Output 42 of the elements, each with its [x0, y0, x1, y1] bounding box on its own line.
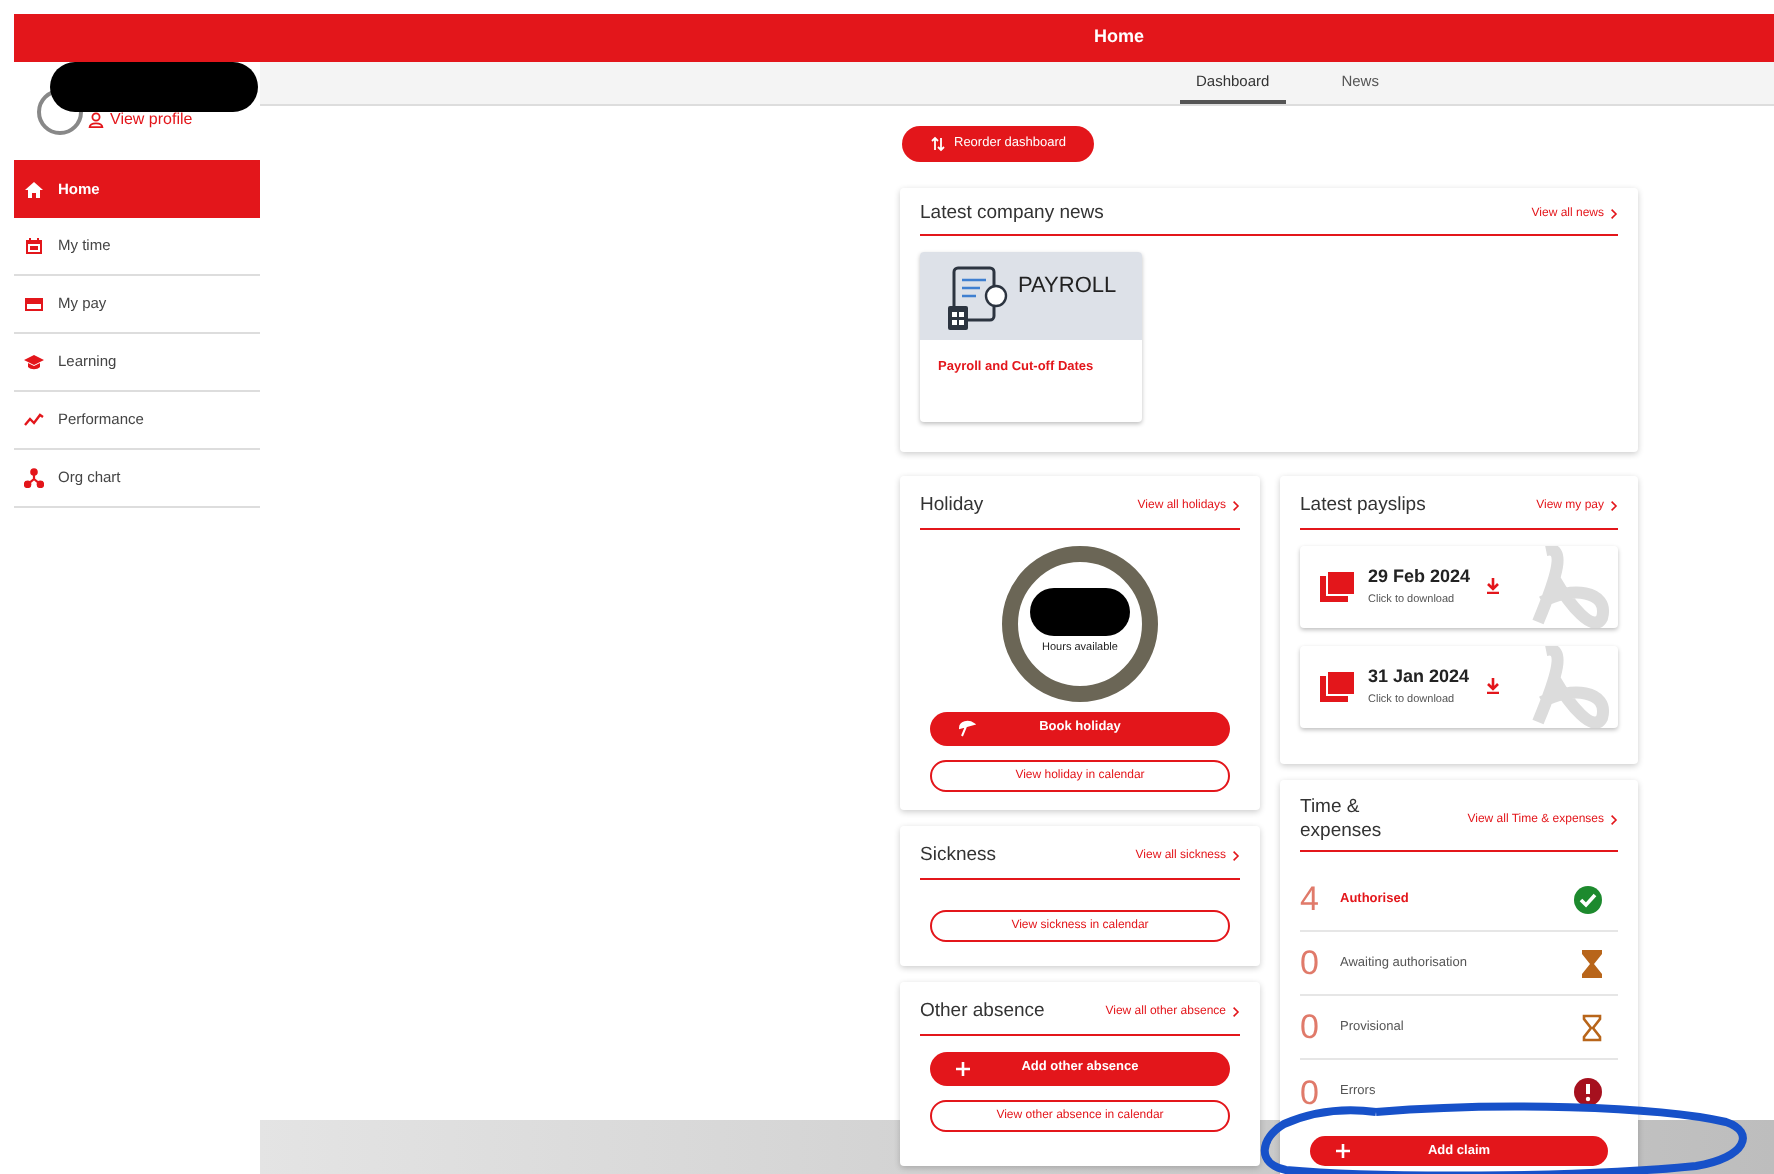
claim-count: 0	[1300, 1071, 1321, 1115]
calendar-icon	[24, 236, 44, 256]
chevron-icon	[1232, 1006, 1240, 1019]
chevron-icon	[1232, 850, 1240, 863]
card-title: Latest company news	[920, 200, 1104, 228]
card-title: Holiday	[920, 492, 984, 521]
alert-icon	[1574, 1078, 1602, 1107]
card-title: Latest payslips	[1300, 492, 1426, 521]
pdf-icon	[1320, 670, 1356, 702]
cap-icon	[24, 352, 44, 372]
redaction-mark	[1030, 588, 1130, 637]
download-icon	[1486, 578, 1501, 594]
download-icon	[1485, 678, 1500, 694]
sort-icon	[930, 136, 946, 152]
card-title: Other absence	[920, 998, 1045, 1027]
plus-icon	[1336, 1144, 1350, 1159]
hourglass-icon	[1582, 949, 1602, 978]
umbrella-icon	[958, 719, 976, 737]
payslip-date: 29 Feb 2024	[1368, 564, 1471, 591]
trend-icon	[24, 410, 44, 430]
chevron-icon	[1610, 208, 1618, 221]
plus-icon	[956, 1061, 970, 1075]
chevron-icon	[1610, 500, 1618, 513]
card-title: Time & expenses	[1300, 796, 1384, 845]
check-icon	[1574, 885, 1602, 914]
chevron-icon	[1610, 814, 1618, 827]
payslip-date: 31 Jan 2024	[1368, 664, 1470, 691]
claim-count: 4	[1300, 878, 1321, 922]
page-title: Home	[1094, 24, 1145, 51]
card-title: Sickness	[920, 842, 997, 871]
hourglass-icon	[1582, 1013, 1602, 1042]
home-icon	[24, 179, 44, 199]
image-text: PAYROLL	[1018, 272, 1117, 303]
payroll-icon	[948, 264, 1012, 333]
org-icon	[24, 468, 44, 488]
claim-count: 0	[1300, 942, 1321, 986]
card-icon	[24, 294, 44, 314]
view-profile-link[interactable]: View profile	[88, 108, 193, 132]
chevron-icon	[1232, 500, 1240, 513]
pdf-icon	[1320, 570, 1356, 602]
claim-count: 0	[1300, 1006, 1321, 1050]
person-icon	[88, 112, 104, 128]
